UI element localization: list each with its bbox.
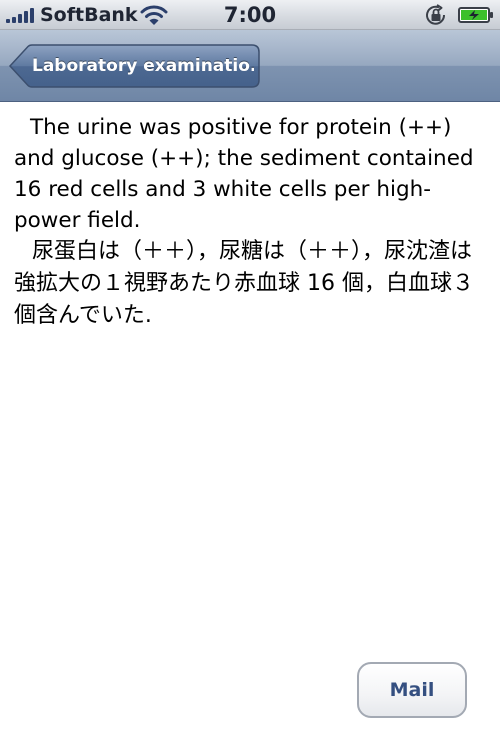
back-button-label: Laboratory examinatio...	[32, 56, 254, 76]
content-area: The urine was positive for protein (++) …	[14, 112, 488, 332]
battery-charging-icon	[458, 7, 493, 23]
screen: SoftBank 7:00 Laboratory examinatio... T…	[0, 0, 500, 750]
english-text: The urine was positive for protein (++) …	[14, 115, 474, 233]
mail-button[interactable]: Mail	[357, 662, 467, 718]
navigation-bar: Laboratory examinatio...	[0, 30, 500, 102]
orientation-lock-icon	[426, 4, 446, 25]
status-bar: SoftBank 7:00	[0, 0, 500, 30]
back-button[interactable]: Laboratory examinatio...	[8, 44, 260, 88]
japanese-text: 尿蛋白は（＋＋），尿糖は（＋＋），尿沈渣は強拡大の１視野あたり赤血球 16 個，…	[14, 239, 474, 328]
